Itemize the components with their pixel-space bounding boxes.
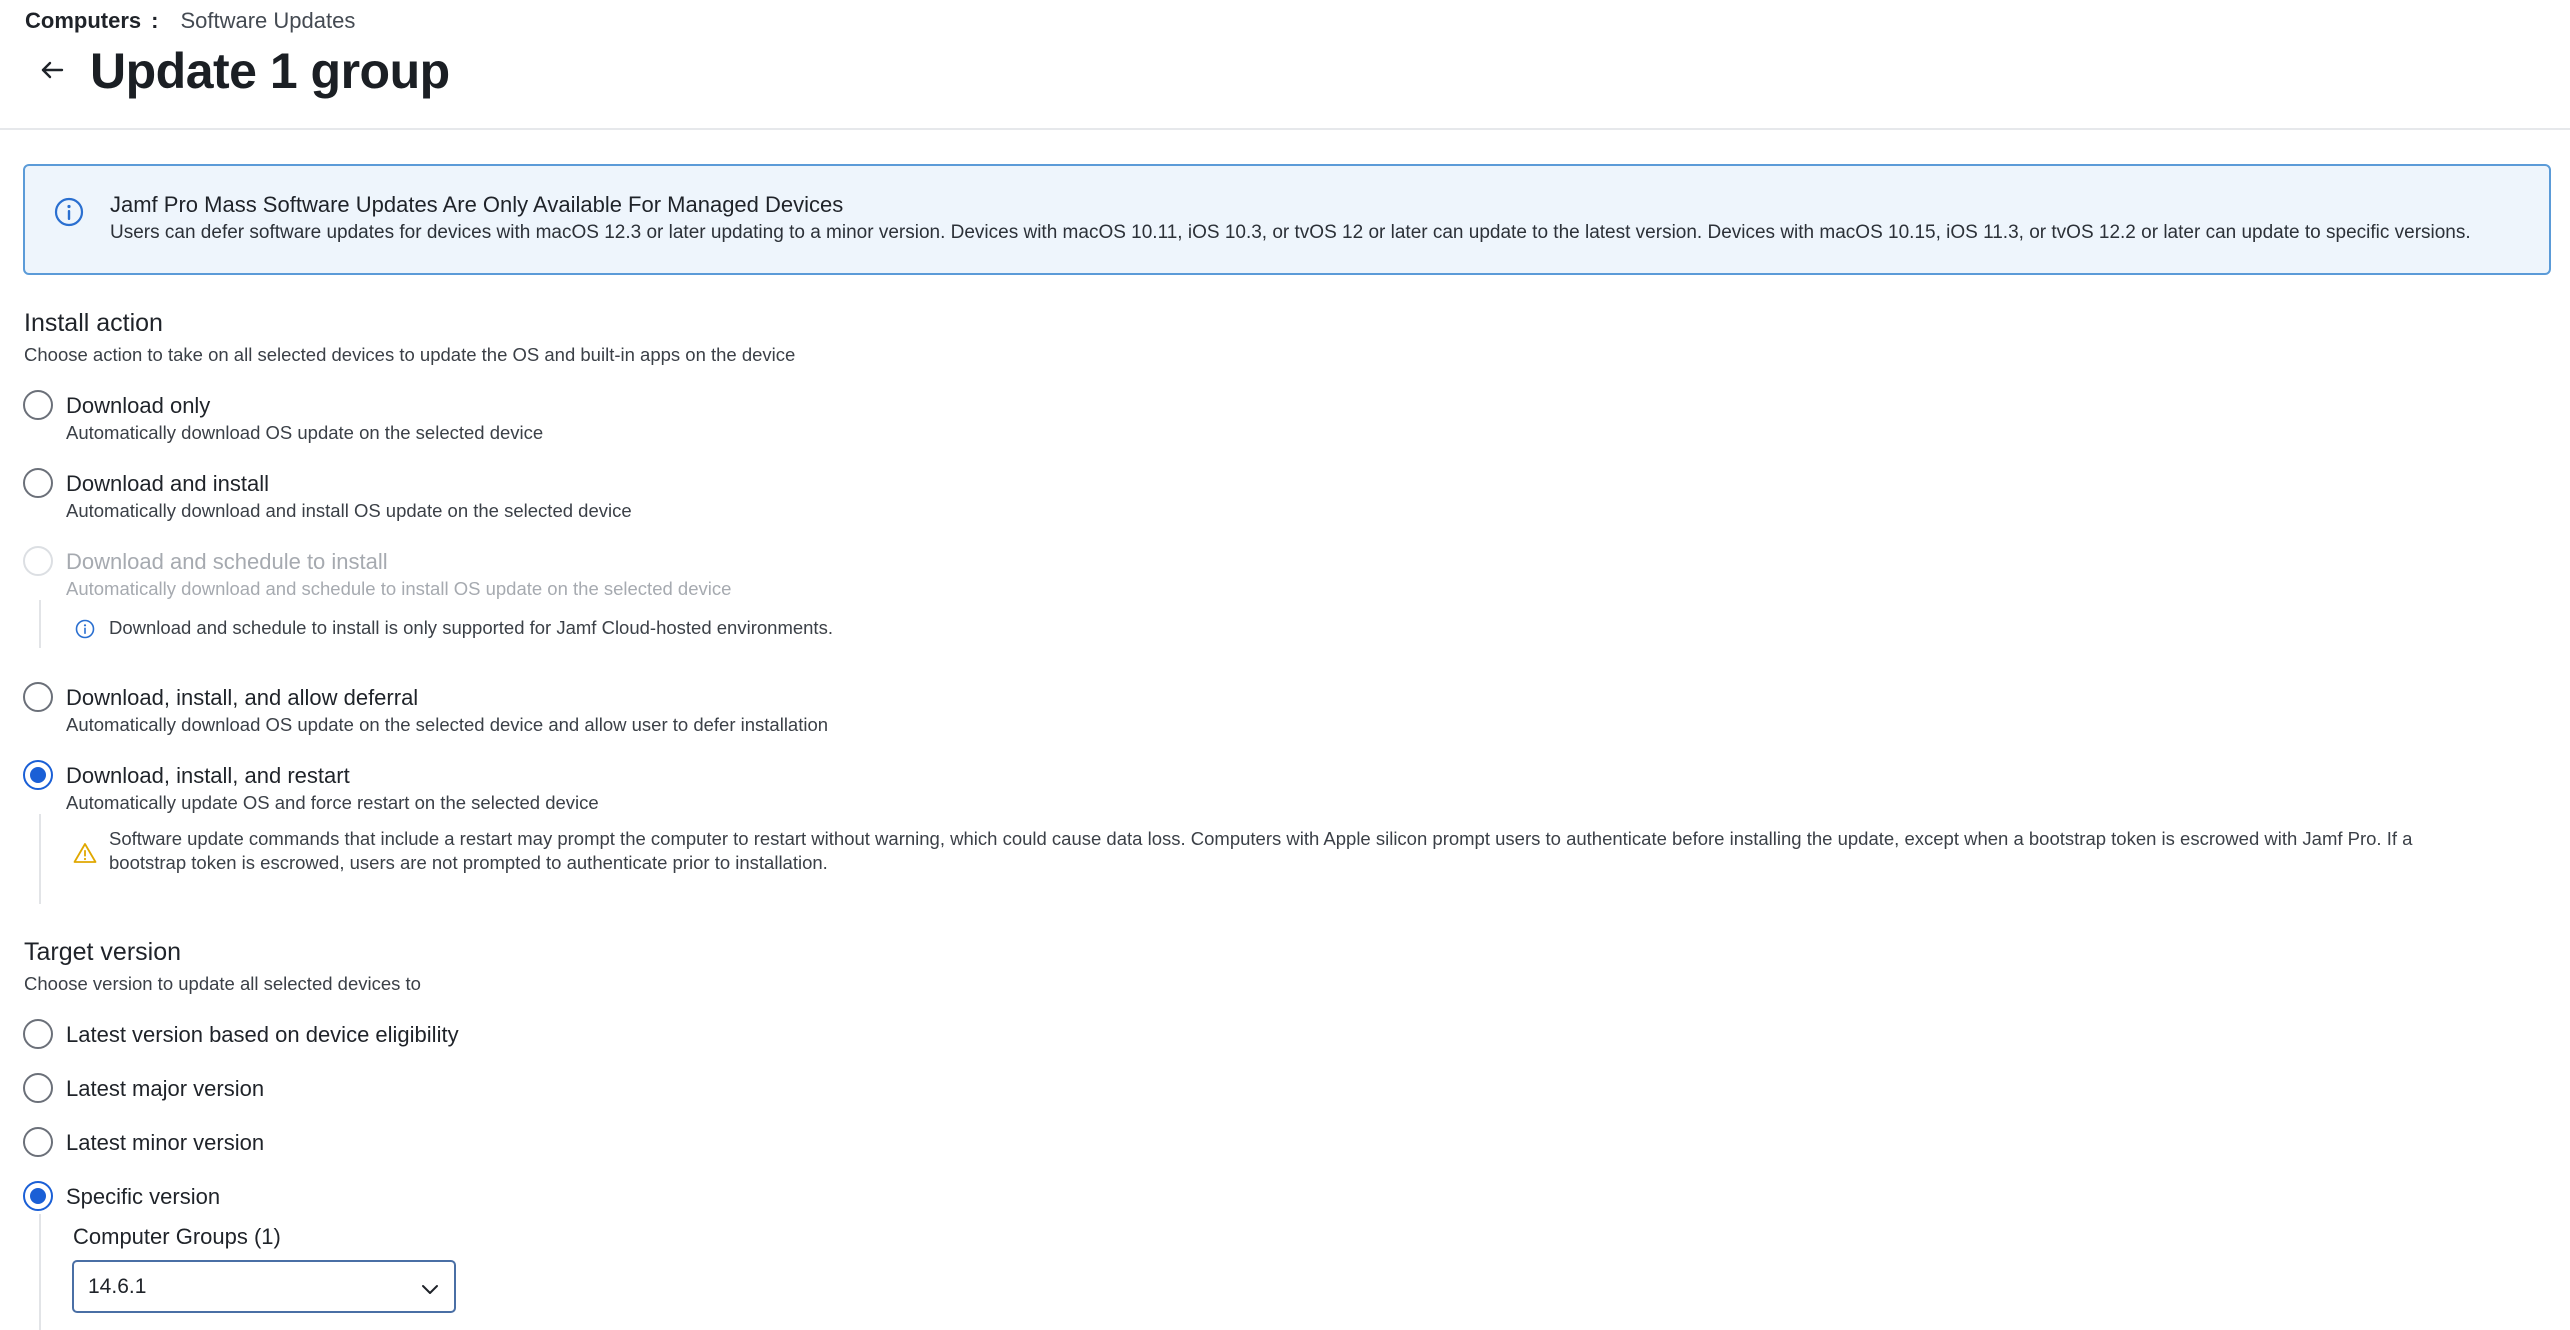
computer-groups-label: Computer Groups (1) bbox=[73, 1224, 281, 1249]
option-description-download-and-schedule: Automatically download and schedule to i… bbox=[66, 578, 732, 599]
banner-text: Users can defer software updates for dev… bbox=[110, 222, 2471, 243]
chevron-down-icon bbox=[420, 1279, 440, 1299]
option-label-latest-major[interactable]: Latest major version bbox=[66, 1076, 264, 1102]
option-description-download-install-deferral: Automatically download OS update on the … bbox=[66, 714, 829, 735]
breadcrumb-separator: : bbox=[151, 8, 159, 33]
radio-download-and-schedule bbox=[23, 546, 53, 576]
option-label-latest-eligible[interactable]: Latest version based on device eligibili… bbox=[66, 1022, 459, 1048]
option-label-specific-version[interactable]: Specific version bbox=[66, 1184, 220, 1210]
breadcrumb: Computers : Software Updates bbox=[25, 8, 355, 34]
target-version-description: Choose version to update all selected de… bbox=[24, 973, 421, 994]
radio-download-and-install[interactable] bbox=[23, 468, 53, 498]
schedule-install-note: Download and schedule to install is only… bbox=[109, 617, 833, 638]
option-label-download-and-schedule: Download and schedule to install bbox=[66, 549, 388, 574]
option-description-download-only: Automatically download OS update on the … bbox=[66, 422, 544, 443]
info-banner: Jamf Pro Mass Software Updates Are Only … bbox=[23, 164, 2551, 275]
option-label-download-only[interactable]: Download only bbox=[66, 393, 210, 419]
option-label-download-and-install[interactable]: Download and install bbox=[66, 471, 269, 497]
breadcrumb-current: Software Updates bbox=[180, 8, 356, 33]
restart-warning-line-1: Software update commands that include a … bbox=[109, 828, 2413, 849]
option-label-download-install-deferral[interactable]: Download, install, and allow deferral bbox=[66, 685, 418, 711]
radio-download-install-restart[interactable] bbox=[23, 760, 53, 790]
restart-warning-line-2: bootstrap token is escrowed, users are n… bbox=[109, 852, 828, 873]
radio-latest-major[interactable] bbox=[23, 1073, 53, 1103]
option-description-download-and-install: Automatically download and install OS up… bbox=[66, 500, 632, 521]
radio-specific-version[interactable] bbox=[23, 1181, 53, 1211]
version-select[interactable]: 14.6.1 bbox=[72, 1260, 456, 1313]
radio-latest-eligible[interactable] bbox=[23, 1019, 53, 1049]
version-select-value: 14.6.1 bbox=[88, 1275, 147, 1298]
option-label-download-install-restart[interactable]: Download, install, and restart bbox=[66, 763, 350, 789]
install-action-title: Install action bbox=[24, 309, 163, 337]
warning-icon bbox=[73, 842, 97, 864]
option-description-download-install-restart: Automatically update OS and force restar… bbox=[66, 792, 599, 813]
radio-download-only[interactable] bbox=[23, 390, 53, 420]
page-title: Update 1 group bbox=[90, 43, 450, 99]
option-indent-line bbox=[39, 600, 41, 648]
radio-download-install-deferral[interactable] bbox=[23, 682, 53, 712]
target-version-title: Target version bbox=[24, 938, 182, 966]
info-icon bbox=[74, 618, 96, 640]
back-arrow-icon[interactable] bbox=[36, 54, 68, 86]
info-icon bbox=[53, 196, 85, 228]
install-action-description: Choose action to take on all selected de… bbox=[24, 344, 796, 365]
page-header: Computers : Software Updates Update 1 gr… bbox=[0, 0, 2570, 130]
banner-title: Jamf Pro Mass Software Updates Are Only … bbox=[110, 192, 844, 217]
breadcrumb-computers-link[interactable]: Computers bbox=[25, 8, 141, 34]
option-label-latest-minor[interactable]: Latest minor version bbox=[66, 1130, 264, 1156]
option-indent-line bbox=[39, 814, 41, 904]
option-indent-line bbox=[39, 1214, 41, 1330]
radio-latest-minor[interactable] bbox=[23, 1127, 53, 1157]
